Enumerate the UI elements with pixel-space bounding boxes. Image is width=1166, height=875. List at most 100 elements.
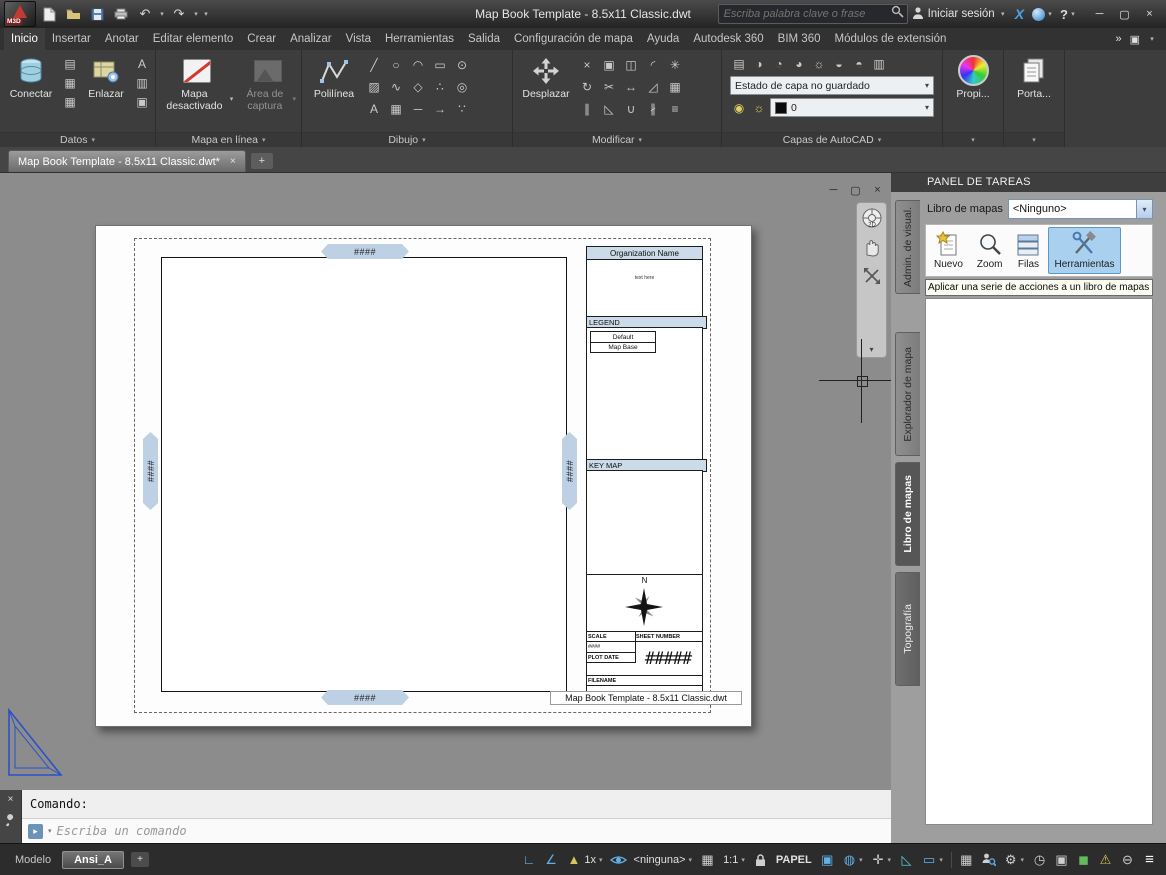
model-tab[interactable]: Modelo [6, 854, 60, 866]
tab-analizar[interactable]: Analizar [283, 28, 339, 50]
table-icon[interactable]: ▦ [387, 100, 405, 118]
layout-tab-ansi-a[interactable]: Ansi_A [62, 850, 124, 869]
tab-crear[interactable]: Crear [240, 28, 283, 50]
polygon-icon[interactable]: ◇ [409, 78, 427, 96]
viewport-restore-icon[interactable]: ▢ [848, 184, 863, 197]
online-map-off-button[interactable]: Mapa desactivado ▾ [159, 52, 235, 114]
document-tab[interactable]: Map Book Template - 8.5x11 Classic.dwt* … [8, 150, 246, 172]
offset-icon[interactable]: ∥ [578, 100, 596, 118]
annotation-scale-button[interactable]: ▲ 1x ▾ [563, 849, 607, 871]
join-icon[interactable]: ∪ [622, 100, 640, 118]
layer-off-icon[interactable]: ◑ [750, 55, 768, 73]
move-button[interactable]: Desplazar [516, 52, 576, 102]
search-icon[interactable] [891, 5, 904, 23]
array-icon[interactable]: ▦ [666, 78, 684, 96]
viewport-lock-icon[interactable] [750, 849, 771, 871]
help-dropdown-icon[interactable]: ▾ [1069, 4, 1077, 24]
tab-herramientas[interactable]: Herramientas [378, 28, 461, 50]
graphics-cube-icon[interactable]: ◼ [1073, 849, 1094, 871]
draw-ellipse-icon[interactable]: ⊙ [453, 56, 471, 74]
a360-button[interactable]: ▾ [1030, 4, 1056, 24]
tools-map-book-button[interactable]: Herramientas [1048, 227, 1121, 274]
viewport-close-icon[interactable]: × [870, 184, 885, 197]
panel-portaplanos-expand-icon[interactable]: ▾ [1032, 136, 1036, 144]
polar-tracking-icon[interactable]: ∠ [541, 849, 562, 871]
explode-icon[interactable]: ✳ [666, 56, 684, 74]
viewport-scale-button[interactable]: 1:1 ▾ [719, 849, 749, 871]
panel-modificar-footer[interactable]: Modificar ▾ [513, 131, 721, 147]
undo-dropdown-icon[interactable]: ▾ [158, 4, 166, 24]
layer-lock-icon[interactable]: ◒ [830, 55, 848, 73]
data-table-icon[interactable]: ▦ [61, 74, 79, 92]
donut-icon[interactable]: ◎ [453, 78, 471, 96]
align-icon[interactable]: ≡ [666, 100, 684, 118]
command-input-row[interactable]: ▸ ▾ Escriba un comando [22, 819, 891, 843]
customization-menu-icon[interactable]: ≡ [1139, 849, 1160, 871]
viewport-minimize-icon[interactable]: ─ [826, 184, 841, 197]
drawing-viewport[interactable]: #### #### #### #### Organization Name te… [0, 172, 891, 843]
geolocation-dropdown-icon[interactable]: ▾ [859, 856, 863, 864]
quick-view-icon[interactable]: ▣ [817, 849, 838, 871]
copy-icon[interactable]: ▣ [600, 56, 618, 74]
isolate-objects-button[interactable]: ✛ ▾ [868, 849, 895, 871]
signin-dropdown-icon[interactable]: ▾ [999, 4, 1007, 24]
selection-dropdown-icon[interactable]: ▾ [939, 856, 943, 864]
annotation-monitor-icon[interactable]: ⚠ [1095, 849, 1116, 871]
draw-arc-icon[interactable]: ◠ [409, 56, 427, 74]
tab-autodesk-360[interactable]: Autodesk 360 [686, 28, 770, 50]
properties-button[interactable]: Propi... [946, 52, 1000, 102]
performance-clock-icon[interactable]: ◷ [1029, 849, 1050, 871]
new-drawing-tab-button[interactable]: + [250, 153, 273, 169]
tab-overflow-icon[interactable]: » [1115, 33, 1121, 45]
pan-hand-icon[interactable] [860, 235, 884, 259]
connect-button[interactable]: Conectar [3, 52, 59, 102]
ortho-toggle-icon[interactable]: ∟ [519, 849, 540, 871]
workspace-grid-icon[interactable]: ▦ [956, 849, 977, 871]
tab-configuracion-de-mapa[interactable]: Configuración de mapa [507, 28, 640, 50]
panel-dibujo-footer[interactable]: Dibujo ▾ [302, 131, 512, 147]
drafting-triangle-icon[interactable]: ◺ [896, 849, 917, 871]
new-layout-button[interactable]: + [130, 852, 149, 867]
tab-libro-de-mapas[interactable]: Libro de mapas [895, 462, 920, 566]
checkout-icon[interactable]: ▣ [133, 93, 151, 111]
command-close-icon[interactable]: × [8, 794, 14, 805]
tab-ayuda[interactable]: Ayuda [640, 28, 686, 50]
viewport-grid-icon[interactable]: ▦ [697, 849, 718, 871]
tiles-map-book-button[interactable]: Filas [1010, 227, 1046, 274]
selection-cycling-button[interactable]: ▭ ▾ [918, 849, 947, 871]
tab-admin-de-visual[interactable]: Admin. de visual. [895, 200, 920, 294]
fillet-icon[interactable]: ◜ [644, 56, 662, 74]
layer-thaw-sun-icon[interactable]: ☼ [750, 99, 768, 117]
panel-propiedades-footer[interactable]: ▾ [943, 131, 1003, 147]
navbar-dropdown-icon[interactable]: ▾ [869, 345, 873, 354]
open-file-icon[interactable] [62, 4, 84, 24]
layer-dropdown-icon[interactable]: ▾ [925, 103, 929, 112]
grip-bottom[interactable]: #### [321, 690, 409, 705]
zoom-extents-icon[interactable] [860, 264, 884, 288]
break-icon[interactable]: ∦ [644, 100, 662, 118]
filter-minus-icon[interactable]: ⊖ [1117, 849, 1138, 871]
tab-topografia[interactable]: Topografía [895, 572, 920, 686]
layout-paper[interactable]: #### #### #### #### Organization Name te… [95, 225, 752, 727]
command-history[interactable]: Comando: [22, 790, 891, 819]
signin-button[interactable]: Iniciar sesión ▾ [910, 4, 1009, 24]
tab-inicio[interactable]: Inicio [4, 28, 45, 50]
hatch-icon[interactable]: ▨ [365, 78, 383, 96]
document-tab-close-icon[interactable]: × [230, 156, 236, 167]
settings-button[interactable]: ⚙ ▾ [1000, 849, 1028, 871]
paper-space-toggle[interactable]: PAPEL [772, 849, 816, 871]
search-input[interactable] [721, 7, 888, 21]
polyline-button[interactable]: Polilínea [305, 52, 363, 102]
point-icon[interactable]: ∴ [431, 78, 449, 96]
stretch-icon[interactable]: ↔ [622, 78, 640, 96]
map-book-select[interactable]: <Ninguno> ▾ [1007, 199, 1153, 219]
visual-style-button[interactable]: <ninguna> ▾ [630, 849, 697, 871]
ribbon-display-dropdown-icon[interactable]: ▾ [1148, 29, 1156, 49]
layer-isolate-icon[interactable]: ◔ [770, 55, 788, 73]
tab-explorador-de-mapa[interactable]: Explorador de mapa [895, 332, 920, 456]
redo-dropdown-icon[interactable]: ▾ [192, 4, 200, 24]
visual-style-dropdown-icon[interactable]: ▾ [689, 856, 693, 864]
rotate-icon[interactable]: ↻ [578, 78, 596, 96]
app-menu-button[interactable]: M3D [4, 1, 36, 27]
annotation-scale-dropdown-icon[interactable]: ▾ [599, 856, 603, 864]
